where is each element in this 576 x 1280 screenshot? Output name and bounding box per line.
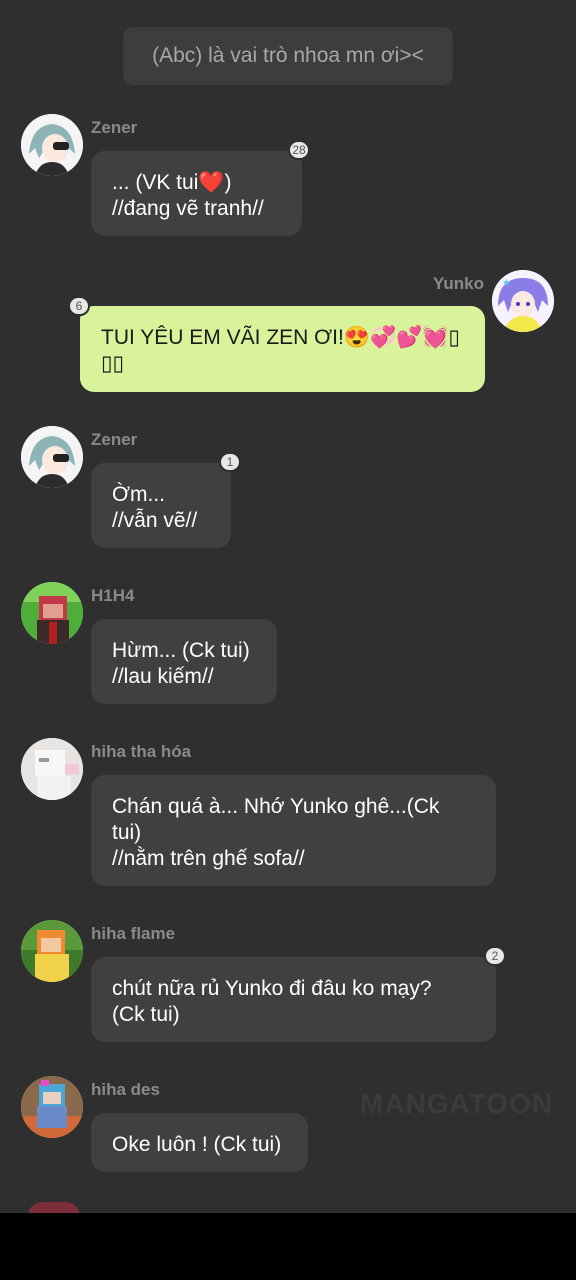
sender-name: hiha tha hóa [91,742,192,761]
watermark-logo: MANGATOON [360,1088,554,1119]
avatar-yunko[interactable]: ★ [492,270,554,332]
message-bubble[interactable]: Oke luôn ! (Ck tui) [91,1113,308,1172]
sender-name: hiha flame [91,924,176,943]
message-bubble[interactable]: ... (VK tui❤️) //đang vẽ tranh// [91,151,302,236]
reply-count-badge[interactable]: 28 [288,140,310,160]
svg-text:★: ★ [502,278,511,289]
avatar-zener[interactable] [21,114,83,176]
message-bubble[interactable]: Hừm... (Ck tui) //lau kiếm// [91,619,277,704]
avatar-hiha-flame[interactable] [21,920,83,982]
my-message-bubble[interactable]: TUI YÊU EM VÃI ZEN ƠI!😍💞💕💓▯ ▯▯ [80,306,485,392]
sender-name: hiha des [91,1080,160,1099]
bottom-bar [0,1213,576,1280]
sender-name: Zener [91,430,138,449]
reply-count-badge[interactable]: 6 [68,296,90,316]
system-message: (Abc) là vai trò nhoa mn ơi>< [123,27,453,85]
avatar-hiha-des[interactable] [21,1076,83,1138]
sender-name: H1H4 [91,586,135,605]
message-bubble[interactable]: Ờm... //vẫn vẽ// [91,463,231,548]
message-bubble[interactable]: Chán quá à... Nhớ Yunko ghê...(Ck tui) /… [91,775,496,886]
sender-name: Yunko [433,274,485,293]
message-bubble[interactable]: chút nữa rủ Yunko đi đâu ko mạy? (Ck tui… [91,957,496,1042]
avatar-zener[interactable] [21,426,83,488]
avatar-h1h4[interactable] [21,582,83,644]
avatar-hiha-tha-hoa[interactable] [21,738,83,800]
reply-count-badge[interactable]: 2 [484,946,506,966]
sender-name: Zener [91,118,138,137]
reply-count-badge[interactable]: 1 [219,452,241,472]
